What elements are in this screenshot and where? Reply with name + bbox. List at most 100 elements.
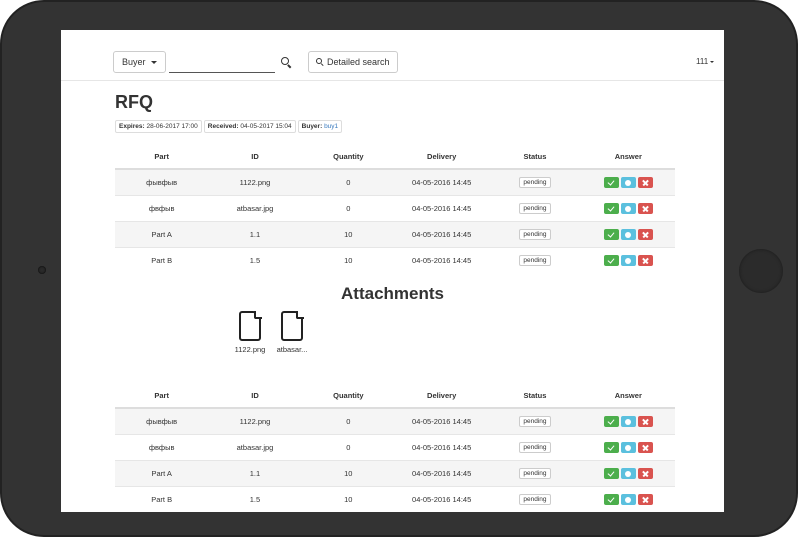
attachment-item[interactable]: 1122.png — [230, 310, 270, 354]
column-header: Delivery — [394, 144, 489, 170]
close-icon[interactable] — [637, 494, 653, 505]
column-header: Part — [115, 383, 209, 409]
user-menu[interactable]: 111 — [696, 57, 715, 66]
question-icon[interactable] — [620, 255, 636, 266]
close-icon[interactable] — [637, 203, 653, 214]
chevron-down-icon — [150, 61, 157, 65]
cell-quantity: 0 — [301, 195, 395, 222]
cell-quantity: 10 — [301, 460, 395, 487]
check-icon[interactable] — [603, 229, 619, 240]
table-row: фывфыв 1122.png 0 04-05-2016 14:45 pendi… — [115, 168, 675, 196]
question-icon[interactable] — [620, 203, 636, 214]
cell-status: pending — [488, 221, 582, 248]
question-icon[interactable] — [620, 416, 636, 427]
check-icon[interactable] — [603, 442, 619, 453]
cell-id: 1.1 — [208, 460, 302, 487]
search-input[interactable] — [169, 52, 275, 73]
question-icon[interactable] — [620, 494, 636, 505]
check-icon[interactable] — [603, 203, 619, 214]
buyer-dropdown[interactable]: Buyer — [113, 51, 166, 73]
column-header: ID — [208, 144, 302, 170]
question-icon[interactable] — [620, 468, 636, 479]
tablet-frame: Buyer Detailed search 111 RFQ Expires: 2… — [0, 0, 798, 537]
close-icon[interactable] — [637, 416, 653, 427]
close-icon[interactable] — [637, 177, 653, 188]
status-badge: pending — [519, 494, 551, 505]
close-icon[interactable] — [637, 442, 653, 453]
file-icon — [281, 310, 304, 341]
cell-id: 1.1 — [208, 221, 302, 248]
buyer-chip: Buyer: buy1 — [297, 120, 343, 133]
status-badge: pending — [519, 255, 551, 266]
cell-delivery: 04-05-2016 14:45 — [394, 407, 489, 435]
detailed-search-label: Detailed search — [327, 57, 390, 67]
home-button — [739, 249, 783, 293]
close-icon[interactable] — [637, 229, 653, 240]
cell-answer — [581, 460, 675, 487]
cell-id: atbasar.jpg — [208, 434, 302, 461]
check-icon[interactable] — [603, 468, 619, 479]
expires-label: Expires: — [119, 123, 145, 130]
check-icon[interactable] — [603, 416, 619, 427]
detailed-search-button[interactable]: Detailed search — [308, 51, 398, 73]
cell-status: pending — [488, 486, 582, 512]
buyer-link[interactable]: buy1 — [324, 123, 338, 130]
check-icon[interactable] — [603, 177, 619, 188]
table-row: Part B 1.5 10 04-05-2016 14:45 pending — [115, 486, 675, 512]
question-icon[interactable] — [620, 442, 636, 453]
check-icon[interactable] — [603, 255, 619, 266]
table-row: Part A 1.1 10 04-05-2016 14:45 pending — [115, 221, 675, 248]
question-icon[interactable] — [620, 177, 636, 188]
cell-id: 1122.png — [208, 168, 302, 196]
cell-delivery: 04-05-2016 14:45 — [394, 434, 489, 461]
cell-status: pending — [488, 407, 582, 435]
cell-answer — [581, 407, 675, 435]
cell-answer — [581, 486, 675, 512]
column-header: Quantity — [301, 383, 395, 409]
camera-dot — [38, 266, 46, 274]
cell-id: atbasar.jpg — [208, 195, 302, 222]
status-badge: pending — [519, 416, 551, 427]
buyer-dropdown-label: Buyer — [122, 57, 146, 67]
question-icon[interactable] — [620, 229, 636, 240]
cell-id: 1122.png — [208, 407, 302, 435]
cell-answer — [581, 221, 675, 248]
column-header: Part — [115, 144, 209, 170]
table-row: фвфыв atbasar.jpg 0 04-05-2016 14:45 pen… — [115, 195, 675, 222]
search-icon — [316, 58, 322, 64]
received-label: Received: — [207, 123, 239, 130]
cell-id: 1.5 — [208, 247, 302, 273]
cell-answer — [581, 195, 675, 222]
close-icon[interactable] — [637, 468, 653, 479]
column-header: Quantity — [301, 144, 395, 170]
file-icon — [239, 310, 262, 341]
status-badge: pending — [519, 229, 551, 240]
close-icon[interactable] — [637, 255, 653, 266]
search-icon[interactable] — [281, 57, 289, 65]
column-header: Answer — [581, 383, 675, 409]
user-menu-label: 111 — [696, 57, 709, 66]
received-value: 04-05-2017 15:04 — [240, 123, 292, 130]
check-icon[interactable] — [603, 494, 619, 505]
status-badge: pending — [519, 203, 551, 214]
page-title: RFQ — [115, 92, 153, 112]
cell-quantity: 0 — [301, 434, 395, 461]
parts-table-top: Part ID Quantity Delivery Status Answer … — [115, 144, 675, 273]
cell-part: фвфыв — [115, 195, 209, 222]
cell-part: фвфыв — [115, 434, 209, 461]
cell-delivery: 04-05-2016 14:45 — [394, 168, 489, 196]
cell-id: 1.5 — [208, 486, 302, 512]
cell-status: pending — [488, 195, 582, 222]
cell-part: Part B — [115, 247, 209, 273]
column-header: Status — [488, 383, 582, 409]
table-row: фывфыв 1122.png 0 04-05-2016 14:45 pendi… — [115, 407, 675, 435]
cell-part: Part A — [115, 460, 209, 487]
rfq-meta: Expires: 28-06-2017 17:00 Received: 04-0… — [115, 120, 343, 133]
table-row: Part B 1.5 10 04-05-2016 14:45 pending — [115, 247, 675, 273]
attachment-item[interactable]: atbasar... — [272, 310, 312, 354]
received-chip: Received: 04-05-2017 15:04 — [203, 120, 296, 133]
cell-answer — [581, 434, 675, 461]
attachments-title: Attachments — [341, 284, 444, 303]
column-header: Answer — [581, 144, 675, 170]
cell-part: фывфыв — [115, 168, 209, 196]
